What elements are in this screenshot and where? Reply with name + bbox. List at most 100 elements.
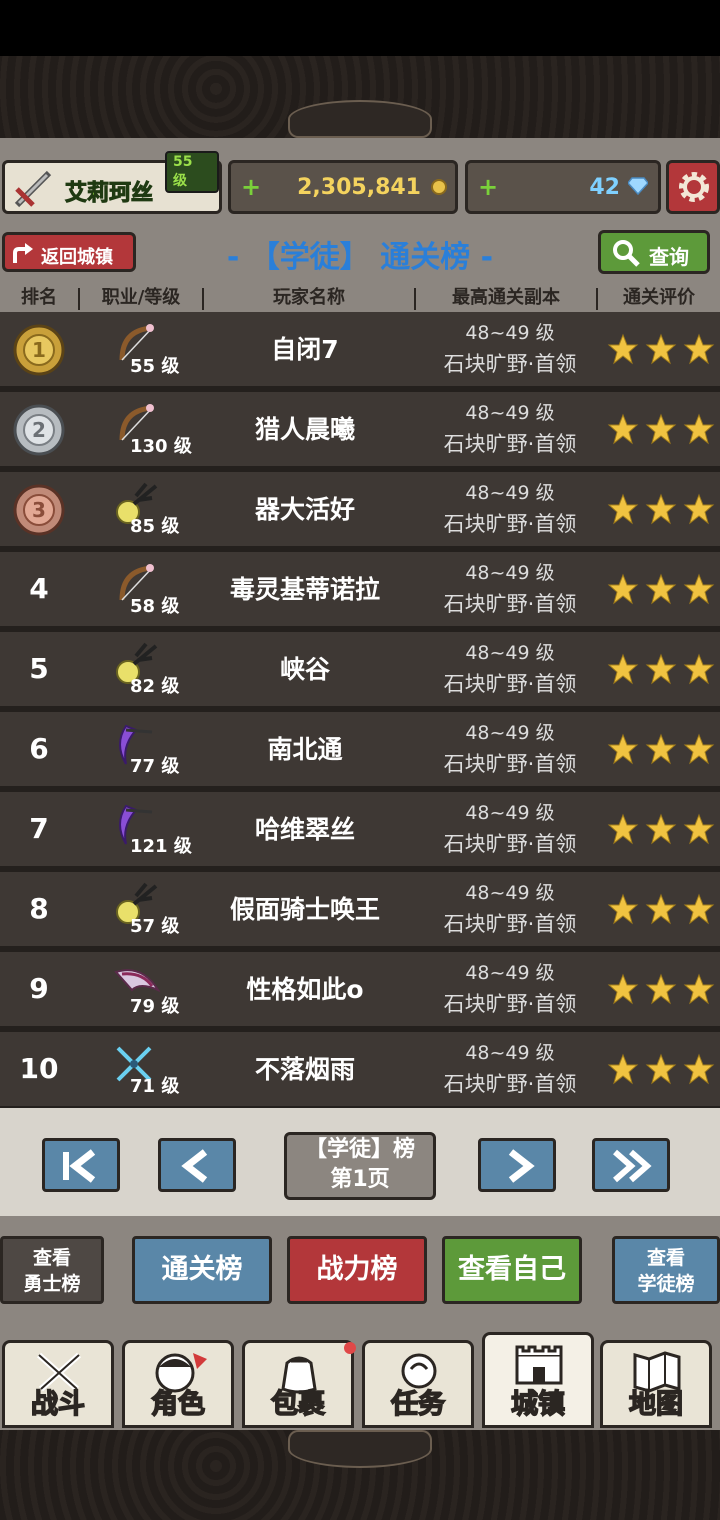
table-row[interactable]: 4 58 级 毒灵基蒂诺拉 48~49 级 石块旷野·首领 (0, 552, 720, 632)
clear-board-button[interactable]: 通关榜 (132, 1236, 272, 1304)
player-info[interactable]: 艾莉珂丝 55 级 (2, 151, 222, 214)
page-number: 第1页 (330, 1167, 390, 1192)
player-level: 77 级 (130, 756, 180, 777)
dungeon-level: 48~49 级 (465, 882, 555, 904)
chevron-left-icon (181, 1149, 208, 1183)
double-chevron-right-icon (613, 1149, 652, 1183)
board-name: 【学徒】榜 (304, 1137, 415, 1162)
three-stars-icon (607, 573, 715, 605)
page-title: - 【学徒】 通关榜 - (226, 240, 494, 275)
tab-character[interactable]: 角色 (122, 1340, 234, 1428)
dungeon-level: 48~49 级 (465, 722, 555, 744)
player-level: 55 级 (130, 356, 180, 377)
first-page-button[interactable] (42, 1138, 120, 1192)
three-stars-icon (607, 333, 715, 365)
coin-icon (431, 179, 447, 195)
gem-counter[interactable]: + 42 (465, 160, 661, 214)
fast-forward-button[interactable] (592, 1138, 670, 1192)
tab-map[interactable]: 地图 (600, 1340, 712, 1428)
column-player-name: 玩家名称 (273, 287, 345, 308)
tab-bag[interactable]: 包裹 (242, 1340, 354, 1428)
rank-number: 7 (29, 812, 49, 845)
dungeon-level: 48~49 级 (465, 642, 555, 664)
tab-battle[interactable]: 战斗 (2, 1340, 114, 1428)
dungeon-name: 石块旷野·首领 (443, 672, 577, 696)
table-row[interactable]: 1 55 级 自闭7 48~49 级 石块旷野·首领 (0, 312, 720, 392)
table-row[interactable]: 10 71 级 不落烟雨 48~49 级 石块旷野·首领 (0, 1032, 720, 1112)
query-button[interactable]: 查询 (598, 230, 710, 274)
action-bar: 查看 勇士榜 通关榜 战力榜 查看自己 查看 学徒榜 (0, 1216, 720, 1326)
column-rating: 通关评价 (623, 287, 695, 308)
table-row[interactable]: 6 77 级 南北通 48~49 级 石块旷野·首领 (0, 712, 720, 792)
player-level-badge: 55 级 (165, 151, 219, 193)
query-label: 查询 (649, 245, 689, 269)
dungeon-name: 石块旷野·首领 (443, 352, 577, 376)
leaderboard-panel: 艾莉珂丝 55 级 + 2,305,841 + 42 返回城镇 - 【学徒】 通… (0, 138, 720, 1430)
table-row[interactable]: 9 79 级 性格如此o 48~49 级 石块旷野·首领 (0, 952, 720, 1032)
medal-rank-text: 3 (32, 498, 46, 522)
sword-icon (14, 170, 52, 208)
table-row[interactable]: 2 130 级 猎人晨曦 48~49 级 石块旷野·首领 (0, 392, 720, 472)
tab-town[interactable]: 城镇 (482, 1332, 594, 1428)
dungeon-level: 48~49 级 (465, 482, 555, 504)
dungeon-name: 石块旷野·首领 (443, 1072, 577, 1096)
return-to-town-label: 返回城镇 (41, 247, 113, 268)
table-row[interactable]: 3 85 级 器大活好 48~49 级 石块旷野·首领 (0, 472, 720, 552)
silver-medal-icon: 2 (13, 404, 65, 456)
next-page-button[interactable] (478, 1138, 556, 1192)
gold-medal-icon: 1 (13, 324, 65, 376)
notification-dot (344, 1342, 356, 1354)
player-level: 57 级 (130, 916, 180, 937)
add-gem-icon[interactable]: + (478, 173, 498, 201)
table-row[interactable]: 7 121 级 哈维翠丝 48~49 级 石块旷野·首领 (0, 792, 720, 872)
player-name: 猎人晨曦 (254, 415, 355, 444)
player-name: 不落烟雨 (254, 1055, 355, 1084)
add-gold-icon[interactable]: + (241, 173, 261, 201)
gold-amount: 2,305,841 (297, 175, 421, 200)
chevron-right-icon (508, 1149, 535, 1183)
three-stars-icon (607, 413, 715, 445)
return-arrow-icon (13, 243, 33, 263)
rank-number: 6 (29, 732, 49, 765)
rank-number: 8 (29, 892, 49, 925)
title-bar: 返回城镇 - 【学徒】 通关榜 - 查询 (0, 230, 720, 280)
player-name: 假面骑士唤王 (229, 895, 380, 924)
first-page-icon (63, 1149, 96, 1183)
bronze-medal-icon: 3 (13, 484, 65, 536)
dungeon-level: 48~49 级 (465, 1042, 555, 1064)
three-stars-icon (607, 893, 715, 925)
table-row[interactable]: 5 82 级 峡谷 48~49 级 石块旷野·首领 (0, 632, 720, 712)
player-level: 121 级 (130, 836, 192, 857)
return-to-town-button[interactable]: 返回城镇 (2, 232, 136, 272)
top-ornament (0, 56, 720, 138)
column-rank: 排名 (21, 287, 57, 308)
dungeon-level: 48~49 级 (465, 402, 555, 424)
player-level: 130 级 (130, 436, 192, 457)
gold-counter[interactable]: + 2,305,841 (228, 160, 458, 214)
dungeon-level: 48~49 级 (465, 322, 555, 344)
player-name: 器大活好 (254, 495, 355, 524)
rank-number: 5 (29, 652, 49, 685)
column-class-level: 职业/等级 (101, 287, 181, 308)
table-row[interactable]: 8 57 级 假面骑士唤王 48~49 级 石块旷野·首领 (0, 872, 720, 952)
player-level: 71 级 (130, 1076, 180, 1097)
view-warrior-board-button[interactable]: 查看 勇士榜 (0, 1236, 104, 1304)
diamond-icon (628, 177, 648, 195)
dungeon-name: 石块旷野·首领 (443, 992, 577, 1016)
settings-button[interactable] (666, 160, 720, 214)
rank-number: 9 (29, 972, 49, 1005)
player-name: 峡谷 (279, 655, 330, 684)
castle-icon (515, 1345, 563, 1385)
player-name: 性格如此o (246, 975, 364, 1004)
table-header: 排名 职业/等级 玩家名称 最高通关副本 通关评价 (0, 284, 720, 312)
view-apprentice-board-button[interactable]: 查看 学徒榜 (612, 1236, 720, 1304)
tab-quest[interactable]: 任务 (362, 1340, 474, 1428)
prev-page-button[interactable] (158, 1138, 236, 1192)
power-board-button[interactable]: 战力榜 (287, 1236, 427, 1304)
three-stars-icon (607, 653, 715, 685)
view-self-button[interactable]: 查看自己 (442, 1236, 582, 1304)
bottom-ornament (0, 1430, 720, 1520)
status-bar (0, 0, 720, 56)
three-stars-icon (607, 733, 715, 765)
rank-number: 10 (19, 1052, 59, 1085)
